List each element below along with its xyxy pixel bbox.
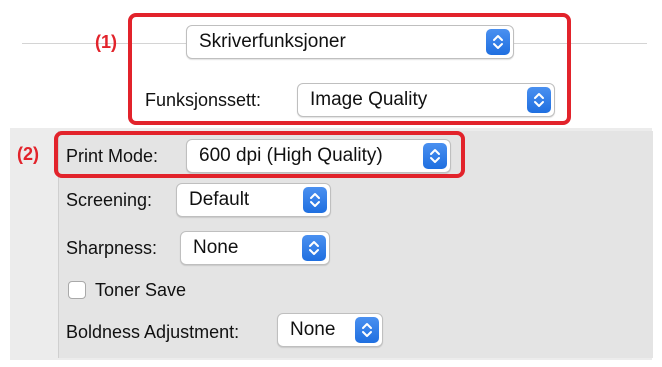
- sharpness-label: Sharpness:: [66, 238, 158, 258]
- boldness-popup[interactable]: None: [277, 313, 383, 347]
- updown-chevron-icon: [355, 317, 379, 343]
- screening-popup[interactable]: Default: [176, 183, 331, 217]
- toner-save-checkbox[interactable]: [68, 281, 86, 299]
- sharpness-popup[interactable]: None: [180, 231, 330, 265]
- callout-1: (1): [95, 32, 117, 52]
- callout-2: (2): [17, 144, 39, 164]
- sharpness-popup-value: None: [193, 237, 239, 258]
- feature-set-label: Funksjonssett:: [145, 90, 262, 110]
- boldness-label: Boldness Adjustment:: [66, 322, 240, 342]
- print-mode-popup-value: 600 dpi (High Quality): [199, 145, 383, 166]
- toner-save-label: Toner Save: [95, 280, 187, 300]
- print-mode-label: Print Mode:: [66, 146, 159, 166]
- updown-chevron-icon: [527, 87, 551, 113]
- updown-chevron-icon: [423, 143, 447, 169]
- boldness-popup-value: None: [290, 319, 336, 340]
- updown-chevron-icon: [303, 187, 327, 213]
- preset-popup-value: Skriverfunksjoner: [199, 31, 346, 52]
- screening-label: Screening:: [66, 190, 153, 210]
- print-mode-popup[interactable]: 600 dpi (High Quality): [186, 139, 451, 173]
- feature-set-popup[interactable]: Image Quality: [297, 83, 555, 117]
- updown-chevron-icon: [302, 235, 326, 261]
- screening-popup-value: Default: [189, 189, 250, 210]
- feature-set-popup-value: Image Quality: [310, 89, 428, 110]
- updown-chevron-icon: [486, 29, 510, 55]
- preset-popup[interactable]: Skriverfunksjoner: [186, 25, 514, 59]
